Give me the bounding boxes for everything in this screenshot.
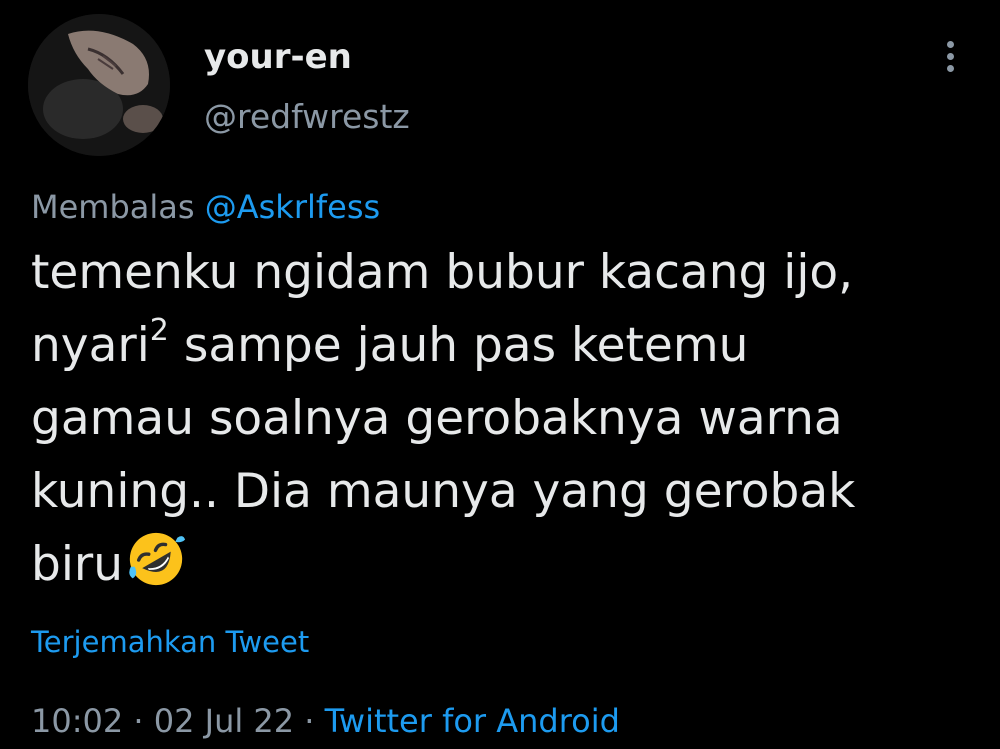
meta-separator: · [294,702,325,740]
rolling-on-the-floor-laughing-icon [129,532,186,586]
tweet-text-segment: biru [31,537,124,592]
tweet-text: temenku ngidam bubur kacang ijo, nyari2 … [31,236,981,601]
display-name[interactable]: your-en [204,36,352,78]
avatar-image [28,14,170,156]
more-dots-icon [946,64,954,72]
more-options-button[interactable] [928,34,972,78]
avatar[interactable] [28,14,170,156]
reply-prefix: Membalas [31,188,195,226]
translate-tweet-link[interactable]: Terjemahkan Tweet [31,622,309,662]
tweet-text-line: gamau soalnya gerobaknya warna [31,391,843,446]
user-handle[interactable]: @redfwrestz [204,96,410,138]
tweet-date[interactable]: 02 Jul 22 [154,702,294,740]
tweet-text-segment: nyari [31,318,150,373]
tweet-text-line: kuning.. Dia maunya yang gerobak [31,464,856,519]
more-dots-icon [946,40,954,48]
tweet-text-line: nyari2 sampe jauh pas ketemu [31,309,981,382]
reply-mention-link[interactable]: @Askrlfess [205,188,380,226]
tweet-time[interactable]: 10:02 [31,702,123,740]
tweet-text-line: temenku ngidam bubur kacang ijo, [31,245,854,300]
tweet-text-superscript: 2 [149,313,169,349]
tweet-meta: 10:02 · 02 Jul 22 · Twitter for Android [31,700,620,742]
more-dots-icon [946,52,954,60]
meta-separator: · [123,702,154,740]
tweet-text-line: biru [31,528,981,601]
reply-context: Membalas @Askrlfess [31,186,380,228]
tweet-source-link[interactable]: Twitter for Android [325,702,620,740]
tweet-text-segment: sampe jauh pas ketemu [168,318,749,373]
